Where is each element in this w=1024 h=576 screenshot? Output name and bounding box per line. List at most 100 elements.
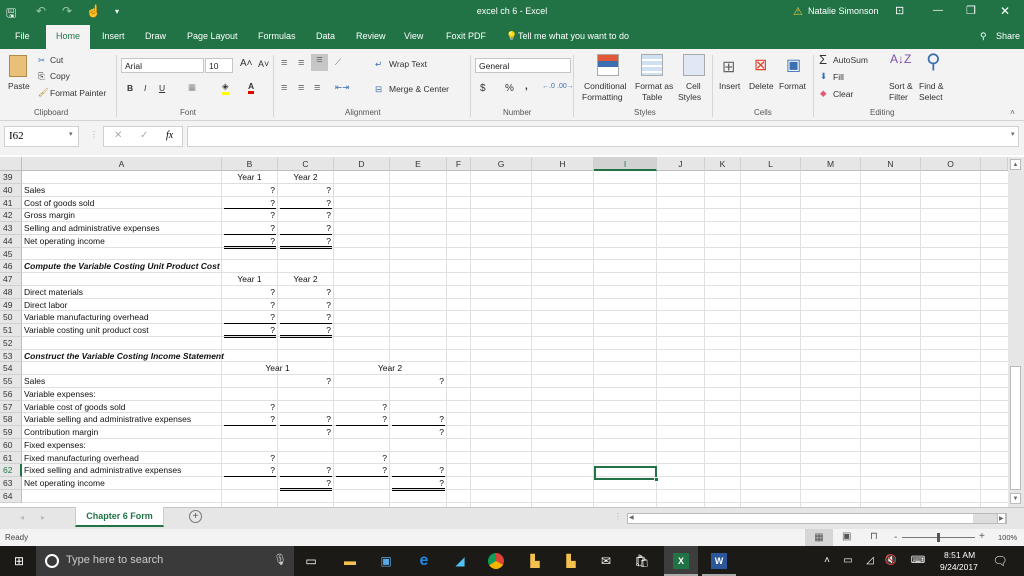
row-header-54[interactable]: 54 — [0, 362, 22, 375]
format-as-table-button[interactable]: Format as — [635, 81, 673, 91]
cell-D57[interactable]: ? — [336, 401, 387, 414]
font-size-select[interactable]: 10 — [205, 58, 233, 73]
row-header-47[interactable]: 47 — [0, 273, 22, 286]
column-header-C[interactable]: C — [278, 157, 334, 171]
scroll-left-icon[interactable]: ◀ — [629, 514, 634, 521]
store-icon[interactable]: 🛍 — [634, 553, 650, 569]
format-painter-button[interactable]: Format Painter — [50, 88, 106, 98]
minimize-button[interactable]: — — [933, 5, 943, 16]
show-hidden-icons[interactable]: ˄ — [819, 553, 835, 569]
row-header-51[interactable]: 51 — [0, 324, 22, 337]
decrease-font-icon[interactable]: A˅ — [258, 59, 269, 69]
bold-button[interactable]: B — [127, 83, 133, 93]
cell-D61[interactable]: ? — [336, 452, 387, 465]
row-header-61[interactable]: 61 — [0, 451, 22, 465]
align-right-icon[interactable]: ≡ — [314, 82, 320, 94]
volume-muted-icon[interactable]: 🔇 — [883, 553, 899, 569]
row-header-40[interactable]: 40 — [0, 183, 22, 197]
row-header-55[interactable]: 55 — [0, 375, 22, 388]
column-header-A[interactable]: A — [22, 157, 222, 171]
column-header-K[interactable]: K — [705, 157, 741, 171]
align-top-icon[interactable]: ≡ — [281, 57, 287, 69]
tab-foxit-pdf[interactable]: Foxit PDF — [446, 31, 486, 41]
tab-data[interactable]: Data — [316, 31, 335, 41]
column-header-I[interactable]: I — [594, 157, 657, 171]
action-center-icon[interactable]: 🗨 — [992, 553, 1008, 569]
user-name[interactable]: Natalie Simonson — [808, 6, 879, 16]
indent-icon[interactable]: ⇤⇥ — [335, 82, 349, 93]
hscroll-track[interactable] — [973, 514, 998, 523]
row-header-63[interactable]: 63 — [0, 477, 22, 490]
cell-B40[interactable]: ? — [224, 184, 275, 197]
microphone-icon[interactable]: 🎙 — [273, 553, 287, 566]
selected-cell-I62[interactable] — [594, 466, 657, 480]
align-middle-icon[interactable]: ≡ — [298, 57, 304, 69]
cell-B39[interactable]: Year 1 — [224, 171, 275, 184]
cell-DE54[interactable]: Year 2 — [336, 362, 444, 375]
row-header-59[interactable]: 59 — [0, 426, 22, 439]
align-left-icon[interactable]: ≡ — [281, 82, 287, 94]
wifi-icon[interactable]: ◿ — [862, 553, 878, 569]
tab-splitter-icon[interactable]: ⋮ — [614, 512, 622, 521]
task-view-icon[interactable]: ▭ — [303, 553, 319, 569]
row-header-43[interactable]: 43 — [0, 222, 22, 235]
share-button[interactable]: Share — [996, 31, 1020, 41]
row-header-50[interactable]: 50 — [0, 311, 22, 324]
conditional-formatting-button[interactable]: Conditional — [584, 81, 627, 91]
fill-handle[interactable] — [654, 477, 659, 482]
select-all-button[interactable] — [0, 157, 22, 171]
column-header-N[interactable]: N — [861, 157, 921, 171]
cell-B48[interactable]: ? — [224, 286, 275, 299]
cell-B57[interactable]: ? — [224, 401, 275, 414]
tab-draw[interactable]: Draw — [145, 31, 166, 41]
cell-C40[interactable]: ? — [280, 184, 331, 197]
delete-cells-button[interactable]: Delete — [749, 81, 774, 91]
tab-view[interactable]: View — [404, 31, 423, 41]
currency-button[interactable]: $ — [480, 83, 486, 94]
column-header-L[interactable]: L — [741, 157, 801, 171]
column-header-G[interactable]: G — [471, 157, 532, 171]
scroll-right-icon[interactable]: ▶ — [997, 513, 1006, 524]
scroll-thumb[interactable] — [1010, 366, 1021, 490]
name-box-dropdown-icon[interactable]: ▾ — [69, 130, 73, 138]
sheet-tab-chapter-6-form[interactable]: Chapter 6 Form — [75, 507, 164, 527]
prev-sheet-icon[interactable]: ◂ — [20, 513, 24, 522]
copy-button[interactable]: Copy — [50, 71, 70, 81]
cell-A63[interactable]: Net operating income — [24, 477, 424, 490]
zoom-in-button[interactable]: + — [979, 531, 985, 542]
taskbar-search-box[interactable]: Type here to search 🎙 — [36, 546, 294, 576]
row-header-41[interactable]: 41 — [0, 196, 22, 210]
insert-cells-button[interactable]: Insert — [719, 81, 740, 91]
splitter-icon[interactable]: ⋮ — [90, 130, 98, 139]
collapse-ribbon-icon[interactable]: ˄ — [1010, 107, 1015, 117]
edge-icon[interactable]: e — [416, 553, 432, 569]
row-header-48[interactable]: 48 — [0, 285, 22, 299]
new-sheet-button[interactable]: + — [189, 510, 202, 523]
cell-C39[interactable]: Year 2 — [280, 171, 331, 184]
battery-icon[interactable]: ▭ — [840, 553, 856, 569]
zoom-out-button[interactable]: - — [894, 532, 897, 543]
cell-C42[interactable]: ? — [280, 209, 331, 222]
cell-C55[interactable]: ? — [280, 375, 331, 388]
tab-home[interactable]: Home — [46, 25, 91, 49]
column-header-F[interactable]: F — [447, 157, 471, 171]
row-header-57[interactable]: 57 — [0, 400, 22, 414]
cell-C59[interactable]: ? — [280, 426, 331, 439]
cell-BC54[interactable]: Year 1 — [224, 362, 331, 375]
cell-B42[interactable]: ? — [224, 209, 275, 222]
column-header-H[interactable]: H — [532, 157, 594, 171]
align-bottom-icon[interactable]: ≡ — [311, 54, 328, 71]
formula-input[interactable] — [187, 126, 1019, 147]
column-header-D[interactable]: D — [334, 157, 390, 171]
keyboard-icon[interactable]: ⌨ — [910, 553, 926, 569]
format-cells-button[interactable]: Format — [779, 81, 806, 91]
word-taskbar-button[interactable]: W — [702, 546, 736, 576]
vertical-scrollbar[interactable]: ▲ ▼ — [1008, 157, 1024, 507]
column-header-E[interactable]: E — [390, 157, 447, 171]
percent-button[interactable]: % — [505, 83, 514, 94]
cell-E59[interactable]: ? — [392, 426, 444, 439]
cell-B61[interactable]: ? — [224, 452, 275, 465]
tab-formulas[interactable]: Formulas — [258, 31, 296, 41]
cell-C47[interactable]: Year 2 — [280, 273, 331, 286]
merge-center-button[interactable]: Merge & Center — [389, 84, 449, 94]
